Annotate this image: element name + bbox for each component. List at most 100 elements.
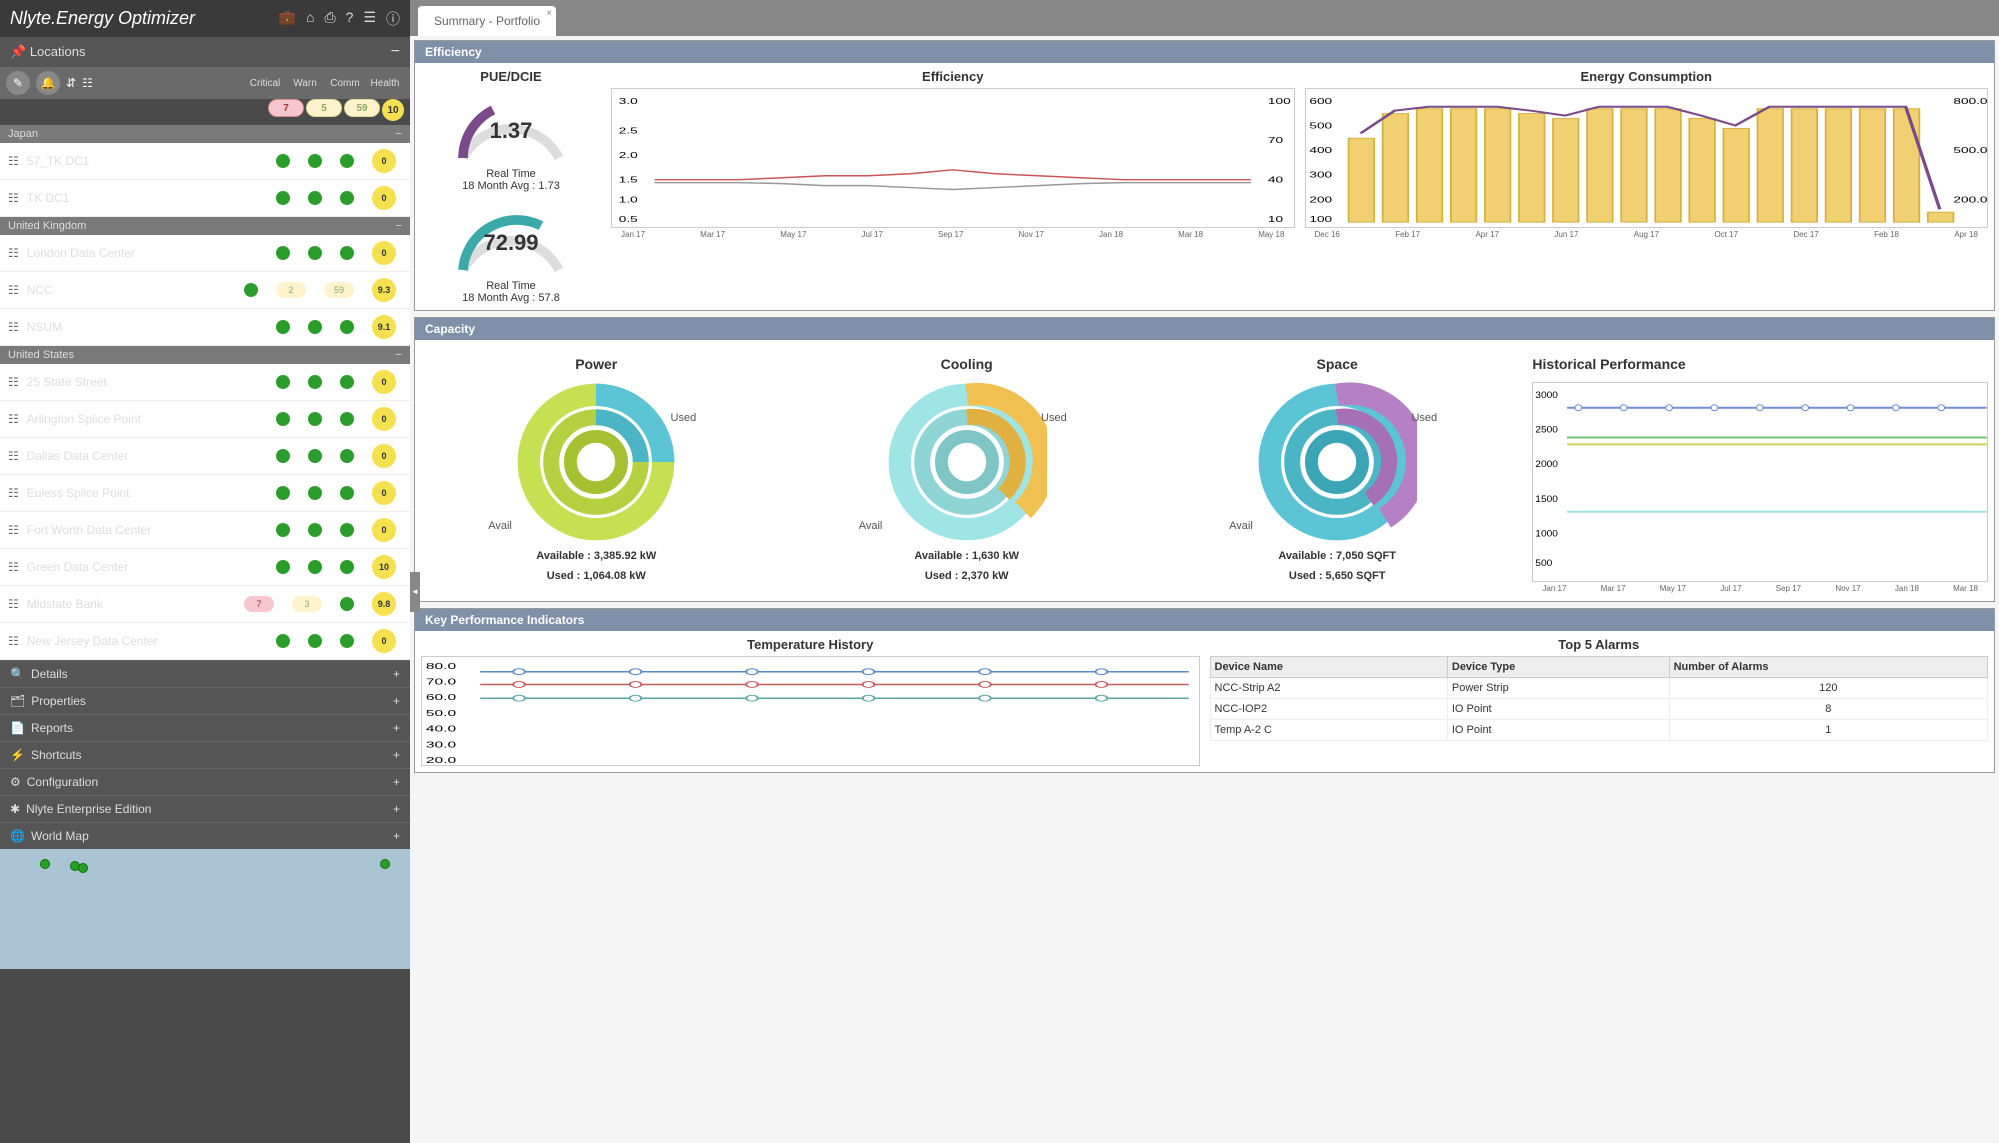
power-used: Used : 1,064.08 kW xyxy=(421,570,771,582)
sidebar-panel-properties[interactable]: 🗂Properties+ xyxy=(0,687,410,714)
col-warn: Warn xyxy=(286,78,324,89)
svg-text:600: 600 xyxy=(1309,97,1332,105)
top-alarms-title: Top 5 Alarms xyxy=(1210,637,1989,652)
svg-text:800.0: 800.0 xyxy=(1953,97,1987,105)
location-item[interactable]: ☷New Jersey Data Center0 xyxy=(0,623,410,660)
pue-avg-label: 18 Month Avg : 1.73 xyxy=(421,180,601,192)
location-item[interactable]: ☷TK DC10 xyxy=(0,180,410,217)
database-icon: ☷ xyxy=(8,634,19,648)
sidebar-panel-details[interactable]: 🔍Details+ xyxy=(0,660,410,687)
used-label: Used xyxy=(671,412,697,424)
cooling-donut: Used Avail xyxy=(887,382,1047,542)
database-icon: ☷ xyxy=(8,154,19,168)
world-map[interactable] xyxy=(0,849,410,969)
svg-text:500: 500 xyxy=(1536,559,1553,569)
help-icon[interactable]: ? xyxy=(346,9,354,29)
brand-title: Nlyte.Energy Optimizer xyxy=(10,8,195,29)
sidebar-panel-shortcuts[interactable]: ⚡Shortcuts+ xyxy=(0,741,410,768)
database-icon: ☷ xyxy=(8,283,19,297)
energy-xaxis: Dec 16Feb 17Apr 17Jun 17Aug 17Oct 17Dec … xyxy=(1305,228,1989,241)
location-item[interactable]: ☷Fort Worth Data Center0 xyxy=(0,512,410,549)
svg-text:3000: 3000 xyxy=(1536,390,1559,400)
database-icon: ☷ xyxy=(8,560,19,574)
total-comm-badge[interactable]: 59 xyxy=(344,99,380,117)
sidebar-panel-configuration[interactable]: ⚙Configuration+ xyxy=(0,768,410,795)
svg-text:50.0: 50.0 xyxy=(426,709,456,718)
briefcase-icon[interactable]: 💼 xyxy=(279,9,296,29)
svg-text:100: 100 xyxy=(1268,97,1291,105)
cooling-title: Cooling xyxy=(791,356,1141,372)
power-title: Power xyxy=(421,356,771,372)
svg-text:2000: 2000 xyxy=(1536,460,1559,470)
dcie-value: 72.99 xyxy=(451,230,571,256)
sidebar-panel-reports[interactable]: 📄Reports+ xyxy=(0,714,410,741)
location-item[interactable]: ☷London Data Center0 xyxy=(0,235,410,272)
svg-text:30.0: 30.0 xyxy=(426,740,456,749)
database-icon: ☷ xyxy=(8,449,19,463)
sidebar-panel-nlyte-enterprise-edition[interactable]: ✱Nlyte Enterprise Edition+ xyxy=(0,795,410,822)
alarm-col-count: Number of Alarms xyxy=(1669,657,1987,678)
location-item[interactable]: ☷Green Data Center10 xyxy=(0,549,410,586)
used-label: Used xyxy=(1411,412,1437,424)
power-donut: Used Avail xyxy=(516,382,676,542)
svg-text:2.5: 2.5 xyxy=(619,127,638,135)
historical-title: Historical Performance xyxy=(1532,356,1988,372)
svg-text:3.0: 3.0 xyxy=(619,97,638,105)
svg-text:400: 400 xyxy=(1309,147,1332,155)
svg-text:20.0: 20.0 xyxy=(426,756,456,765)
database-icon: ☷ xyxy=(8,246,19,260)
home-icon[interactable]: ⌂ xyxy=(306,9,314,29)
database-icon: ☷ xyxy=(8,597,19,611)
database-icon: ☷ xyxy=(8,375,19,389)
location-item[interactable]: ☷Euless Splice Point0 xyxy=(0,475,410,512)
svg-text:500: 500 xyxy=(1309,122,1332,130)
location-group[interactable]: United Kingdom− xyxy=(0,217,410,235)
location-item[interactable]: ☷57_TK DC10 xyxy=(0,143,410,180)
section-capacity-header: Capacity xyxy=(415,318,1994,340)
close-icon[interactable]: × xyxy=(546,8,552,19)
info-icon[interactable]: ⓘ xyxy=(386,9,400,29)
power-avail: Available : 3,385.92 kW xyxy=(421,550,771,562)
database-icon: ☷ xyxy=(8,412,19,426)
dcie-avg-label: 18 Month Avg : 57.8 xyxy=(421,292,601,304)
table-row[interactable]: Temp A-2 CIO Point1 xyxy=(1210,720,1988,741)
svg-text:70: 70 xyxy=(1268,137,1283,145)
alarms-table: Device Name Device Type Number of Alarms… xyxy=(1210,656,1989,741)
location-item[interactable]: ☷NSUM9.1 xyxy=(0,309,410,346)
db-icon[interactable]: ☷ xyxy=(82,76,93,90)
location-item[interactable]: ☷Dallas Data Center0 xyxy=(0,438,410,475)
total-warn-badge[interactable]: 5 xyxy=(306,99,342,117)
location-item[interactable]: ☷Arlington Splice Point0 xyxy=(0,401,410,438)
total-critical-badge[interactable]: 7 xyxy=(268,99,304,117)
sidebar-panel-world-map[interactable]: 🌐World Map+ xyxy=(0,822,410,849)
col-health: Health xyxy=(366,78,404,89)
tab-summary-portfolio[interactable]: Summary - Portfolio × xyxy=(418,6,556,36)
energy-chart: 600500400300200100 800.0500.0200.0 xyxy=(1305,88,1989,228)
space-used: Used : 5,650 SQFT xyxy=(1162,570,1512,582)
location-item[interactable]: ☷Midstate Bank739.8 xyxy=(0,586,410,623)
svg-text:10: 10 xyxy=(1268,216,1283,224)
table-row[interactable]: NCC-IOP2IO Point8 xyxy=(1210,699,1988,720)
list-icon[interactable]: ☰ xyxy=(363,9,376,29)
location-group[interactable]: United States− xyxy=(0,346,410,364)
location-item[interactable]: ☷25 State Street0 xyxy=(0,364,410,401)
location-item[interactable]: ☷NCC2599.3 xyxy=(0,272,410,309)
bell-icon[interactable]: 🔔 xyxy=(36,71,60,95)
locations-panel-header[interactable]: 📌 Locations − xyxy=(0,37,410,67)
svg-text:1.5: 1.5 xyxy=(619,176,638,184)
location-group[interactable]: Japan− xyxy=(0,125,410,143)
sort-icon[interactable]: ⇵ xyxy=(66,76,76,90)
sidebar-toggle[interactable]: ◄ xyxy=(410,572,420,612)
svg-text:100: 100 xyxy=(1309,216,1332,224)
pue-gauge: 1.37 xyxy=(451,88,571,168)
table-row[interactable]: NCC-Strip A2Power Strip120 xyxy=(1210,678,1988,699)
svg-text:300: 300 xyxy=(1309,171,1332,179)
edit-icon[interactable]: ✎ xyxy=(6,71,30,95)
svg-text:500.0: 500.0 xyxy=(1953,147,1987,155)
collapse-icon[interactable]: − xyxy=(391,43,400,61)
print-icon[interactable]: ⎙ xyxy=(324,9,335,29)
total-health-badge[interactable]: 10 xyxy=(382,99,404,121)
tab-label: Summary - Portfolio xyxy=(434,14,540,28)
efficiency-xaxis: Jan 17Mar 17May 17Jul 17Sep 17Nov 17Jan … xyxy=(611,228,1295,241)
alarm-col-name: Device Name xyxy=(1210,657,1447,678)
